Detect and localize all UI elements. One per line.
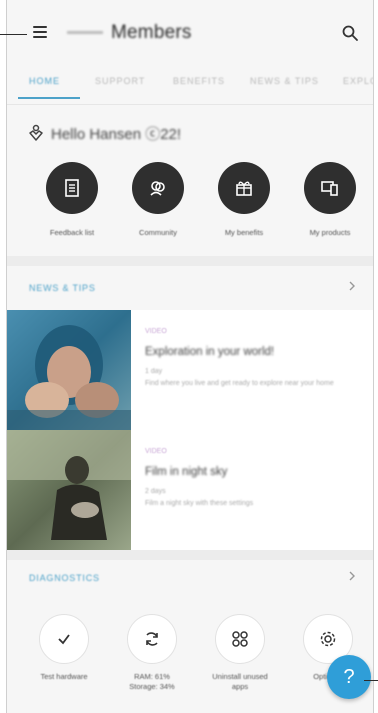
brand-logo [67, 31, 103, 35]
uninstall-apps-label: Uninstall unused apps [197, 672, 283, 692]
uninstall-label-line2: apps [231, 682, 249, 691]
test-hardware-label-line1: Test hardware [40, 672, 88, 681]
news-meta: 2 days Film a night sky with these setti… [145, 486, 365, 510]
news-description: Find where you live and get ready to exp… [145, 380, 334, 387]
memory-label-line2: Storage: 34% [129, 682, 175, 691]
my-products-button[interactable]: My products [290, 162, 370, 237]
diagnostics-title: DIAGNOSTICS [29, 573, 100, 583]
news-tips-header[interactable]: NEWS & TIPS [7, 270, 373, 306]
my-benefits-button[interactable]: My benefits [204, 162, 284, 237]
test-hardware-circle [39, 614, 89, 664]
community-circle [132, 162, 184, 214]
active-tab-indicator [18, 97, 80, 99]
news-item[interactable]: VIDEO Exploration in your world! 1 day F… [7, 310, 373, 430]
tab-support[interactable]: SUPPORT [95, 76, 145, 86]
document-icon [65, 179, 79, 197]
tab-bar: HOME SUPPORT BENEFITS NEWS & TIPS EXPLOR… [7, 68, 373, 104]
hamburger-menu-icon[interactable] [33, 26, 47, 38]
community-button[interactable]: Community [118, 162, 198, 237]
greeting-text: Hello Hansen ⓒ22! [51, 125, 182, 143]
help-button[interactable]: ? [327, 655, 371, 699]
tab-home[interactable]: HOME [29, 76, 60, 86]
search-icon[interactable] [341, 24, 359, 42]
app-bar: Members [7, 14, 373, 58]
tab-benefits[interactable]: BENEFITS [173, 76, 225, 86]
devices-icon [321, 181, 338, 196]
news-description: Film a night sky with these settings [145, 500, 254, 507]
diagnostics-actions: Test hardware RAM: 61% Storage: 34% Unin… [7, 614, 373, 713]
phone-screen: Members HOME SUPPORT BENEFITS NEWS & TIP… [6, 0, 374, 713]
news-thumbnail [7, 310, 131, 430]
my-products-label: My products [309, 228, 351, 237]
news-date: 2 days [145, 488, 166, 495]
products-circle [304, 162, 356, 214]
community-label: Community [139, 228, 177, 237]
diagnostics-header[interactable]: DIAGNOSTICS [7, 560, 373, 596]
news-item[interactable]: VIDEO Film in night sky 2 days Film a ni… [7, 430, 373, 550]
refresh-icon [146, 632, 158, 646]
memory-label-line1: RAM: 61% [134, 672, 170, 681]
feedback-list-label: Feedback list [49, 228, 95, 237]
feedback-circle [46, 162, 98, 214]
uninstall-label-line1: Uninstall unused [212, 672, 268, 681]
memory-storage-button[interactable]: RAM: 61% Storage: 34% [109, 614, 195, 692]
tab-explore[interactable]: EXPLORE [343, 76, 373, 86]
app-title-text: Members [111, 22, 192, 43]
quick-actions: Feedback list Community My benefits My p… [7, 162, 373, 248]
news-thumbnail [7, 430, 131, 550]
section-separator [7, 550, 373, 560]
check-icon [58, 634, 70, 645]
callout-line [364, 680, 378, 681]
tab-news-tips[interactable]: NEWS & TIPS [250, 76, 319, 86]
tab-divider [7, 104, 373, 105]
community-icon [150, 181, 165, 196]
feedback-list-button[interactable]: Feedback list [32, 162, 112, 237]
user-heart-icon [29, 124, 43, 141]
uninstall-apps-button[interactable]: Uninstall unused apps [197, 614, 283, 692]
memory-storage-label: RAM: 61% Storage: 34% [109, 672, 195, 692]
section-separator [7, 256, 373, 266]
benefits-circle [218, 162, 270, 214]
chevron-right-icon [349, 571, 355, 581]
chevron-right-icon [349, 281, 355, 291]
news-tips-title: NEWS & TIPS [29, 283, 96, 293]
gift-icon [236, 181, 252, 196]
news-category: VIDEO [145, 448, 167, 455]
test-hardware-button[interactable]: Test hardware [21, 614, 107, 682]
my-benefits-label: My benefits [224, 228, 264, 237]
settings-icon [320, 631, 336, 647]
test-hardware-label: Test hardware [21, 672, 107, 682]
uninstall-apps-circle [215, 614, 265, 664]
app-title: Members [67, 22, 192, 44]
memory-storage-circle [127, 614, 177, 664]
news-meta: 1 day Find where you live and get ready … [145, 366, 365, 390]
callout-line [0, 34, 27, 35]
greeting: Hello Hansen ⓒ22! [27, 122, 181, 144]
news-title: Exploration in your world! [145, 346, 275, 358]
apps-grid-icon [232, 631, 248, 647]
news-category: VIDEO [145, 328, 167, 335]
news-date: 1 day [145, 368, 163, 375]
news-title: Film in night sky [145, 466, 228, 478]
